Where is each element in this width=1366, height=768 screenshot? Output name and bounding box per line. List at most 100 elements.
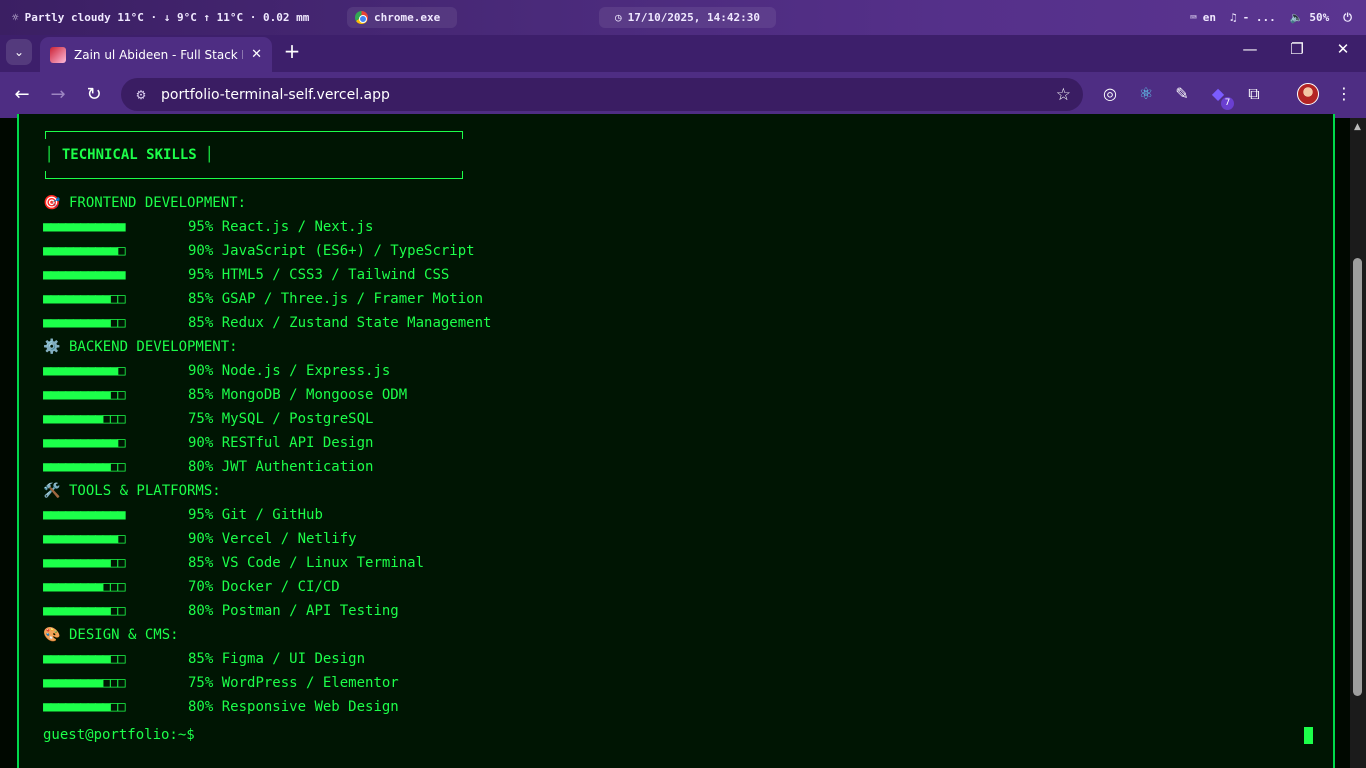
extension-badge-icon[interactable]: ◆ 7 <box>1206 82 1234 110</box>
skill-percent: 70% <box>188 579 214 595</box>
eyedropper-icon[interactable]: ✎ <box>1170 82 1194 106</box>
category-title: FRONTEND DEVELOPMENT: <box>69 195 247 211</box>
category-emoji-icon: 🎯 <box>43 195 61 211</box>
skill-percent: 75% <box>188 675 214 691</box>
minimize-button[interactable]: — <box>1227 40 1273 58</box>
close-icon[interactable]: ✕ <box>251 47 262 62</box>
close-window-button[interactable]: ✕ <box>1320 40 1366 58</box>
skill-percent: 85% <box>188 651 214 667</box>
forward-button[interactable]: → <box>46 84 70 105</box>
music-note-icon: ♫ <box>1229 11 1237 24</box>
react-devtools-icon[interactable]: ⚛ <box>1134 82 1158 106</box>
terminal-prompt: guest@portfolio:~$ <box>43 727 195 743</box>
skill-progress-bar: ■■■■■■■■■■■ <box>43 507 126 523</box>
skill-name: Node.js / Express.js <box>221 363 391 379</box>
skill-progress-bar: ■■■■■■■■■□□ <box>43 291 126 307</box>
category-title: BACKEND DEVELOPMENT: <box>69 339 238 355</box>
extension-badge-count: 7 <box>1221 97 1234 110</box>
skill-progress-bar: ■■■■■■■■□□□ <box>43 411 126 427</box>
restore-button[interactable]: ❐ <box>1274 40 1320 58</box>
category-emoji-icon: 🛠️ <box>43 483 61 499</box>
skill-percent: 75% <box>188 411 214 427</box>
skill-name: Docker / CI/CD <box>221 579 340 595</box>
skill-progress-bar: ■■■■■■■■■□□ <box>43 651 126 667</box>
skill-name: Redux / Zustand State Management <box>221 315 492 331</box>
skill-row: ■■■■■■■■■□□ 80% Postman / API Testing <box>43 600 399 622</box>
category-emoji-icon: ⚙️ <box>43 339 61 355</box>
skill-name: MySQL / PostgreSQL <box>221 411 374 427</box>
skill-row: ■■■■■■■■■■□ 90% JavaScript (ES6+) / TypeS… <box>43 240 475 262</box>
active-app-indicator[interactable]: chrome.exe <box>347 7 457 28</box>
skill-name: React.js / Next.js <box>221 219 374 235</box>
section-title: │ TECHNICAL SKILLS │ <box>45 147 214 163</box>
scrollbar-thumb[interactable] <box>1353 258 1362 696</box>
skill-percent: 85% <box>188 555 214 571</box>
skill-row: ■■■■■■■■□□□ 75% MySQL / PostgreSQL <box>43 408 373 430</box>
section-box-bottom <box>45 171 463 179</box>
skill-row: ■■■■■■■■■□□ 85% Redux / Zustand State Man… <box>43 312 491 334</box>
skill-percent: 95% <box>188 219 214 235</box>
skill-name: JavaScript (ES6+) / TypeScript <box>221 243 475 259</box>
os-taskbar: ☼ Partly cloudy 11°C · ↓ 9°C ↑ 11°C · 0.… <box>0 0 1366 35</box>
terminal-window[interactable]: │ TECHNICAL SKILLS │ 🎯 FRONTEND DEVELOPME… <box>17 114 1335 768</box>
system-tray: ⌨ en ♫ - ... 🔈 50% ⏻ <box>1182 7 1360 28</box>
bookmark-star-icon[interactable]: ☆ <box>1056 85 1071 105</box>
clock-widget[interactable]: ◷ 17/10/2025, 14:42:30 <box>599 7 776 28</box>
skill-progress-bar: ■■■■■■■■■□□ <box>43 315 126 331</box>
scroll-up-arrow-icon[interactable]: ▲ <box>1354 122 1361 132</box>
skill-row: ■■■■■■■■■□□ 85% Figma / UI Design <box>43 648 365 670</box>
keyboard-language[interactable]: ⌨ en <box>1190 11 1216 24</box>
profile-avatar[interactable] <box>1297 83 1319 105</box>
skill-name: RESTful API Design <box>221 435 374 451</box>
media-widget[interactable]: ♫ - ... <box>1230 11 1276 24</box>
skill-percent: 85% <box>188 315 214 331</box>
tab-search-button[interactable]: ⌄ <box>6 39 32 65</box>
chrome-icon <box>355 11 368 24</box>
skill-name: HTML5 / CSS3 / Tailwind CSS <box>221 267 450 283</box>
skill-progress-bar: ■■■■■■■■■■■ <box>43 267 126 283</box>
skill-progress-bar: ■■■■■■■■■□□ <box>43 459 126 475</box>
page-viewport: │ TECHNICAL SKILLS │ 🎯 FRONTEND DEVELOPME… <box>0 114 1350 768</box>
skill-percent: 80% <box>188 699 214 715</box>
puzzle-extensions-icon[interactable]: ⧉ <box>1242 82 1266 106</box>
skill-name: Vercel / Netlify <box>221 531 357 547</box>
new-tab-button[interactable]: + <box>282 39 302 63</box>
skill-row: ■■■■■■■■□□□ 70% Docker / CI/CD <box>43 576 340 598</box>
reload-button[interactable]: ↻ <box>82 84 106 105</box>
category-emoji-icon: 🎨 <box>43 627 61 643</box>
clock-icon: ◷ <box>614 11 622 24</box>
skill-row: ■■■■■■■■■■□ 90% Vercel / Netlify <box>43 528 357 550</box>
sun-icon: ☼ <box>12 11 19 24</box>
favicon-icon <box>50 46 66 63</box>
volume-widget[interactable]: 🔈 50% <box>1290 11 1330 24</box>
skill-percent: 90% <box>188 435 214 451</box>
category-title: DESIGN & CMS: <box>69 627 179 643</box>
skill-progress-bar: ■■■■■■■■■□□ <box>43 555 126 571</box>
skill-row: ■■■■■■■■■□□ 80% JWT Authentication <box>43 456 373 478</box>
url-text[interactable]: portfolio-terminal-self.vercel.app <box>161 87 1044 103</box>
extension-target-icon[interactable]: ◎ <box>1098 82 1122 106</box>
back-button[interactable]: ← <box>10 84 34 105</box>
terminal-cursor[interactable] <box>1304 727 1313 744</box>
power-icon[interactable]: ⏻ <box>1343 11 1352 25</box>
skill-percent: 80% <box>188 459 214 475</box>
weather-widget[interactable]: ☼ Partly cloudy 11°C · ↓ 9°C ↑ 11°C · 0.… <box>4 7 317 28</box>
clock-datetime: 17/10/2025, 14:42:30 <box>627 11 761 24</box>
skill-percent: 95% <box>188 267 214 283</box>
weather-text: Partly cloudy 11°C · ↓ 9°C ↑ 11°C · 0.02… <box>24 11 310 24</box>
skill-progress-bar: ■■■■■■■■■■■ <box>43 219 126 235</box>
site-info-icon[interactable]: ⚙ <box>133 87 149 103</box>
menu-kebab-icon[interactable]: ⋮ <box>1332 82 1356 106</box>
chevron-down-icon: ⌄ <box>13 45 25 59</box>
browser-tab[interactable]: Zain ul Abideen - Full Stack Dev ✕ <box>40 37 272 72</box>
skill-progress-bar: ■■■■■■■■■■□ <box>43 363 126 379</box>
skill-name: WordPress / Elementor <box>221 675 399 691</box>
address-bar[interactable]: ⚙ portfolio-terminal-self.vercel.app ☆ <box>121 78 1083 111</box>
skill-name: VS Code / Linux Terminal <box>221 555 425 571</box>
skill-category-heading: ⚙️ BACKEND DEVELOPMENT: <box>43 336 238 358</box>
skill-category-heading: 🛠️ TOOLS & PLATFORMS: <box>43 480 221 502</box>
skill-category-heading: 🎨 DESIGN & CMS: <box>43 624 179 646</box>
skill-row: ■■■■■■■■■■■ 95% Git / GitHub <box>43 504 323 526</box>
skill-name: Git / GitHub <box>221 507 323 523</box>
page-scrollbar[interactable]: ▲ <box>1350 118 1366 768</box>
